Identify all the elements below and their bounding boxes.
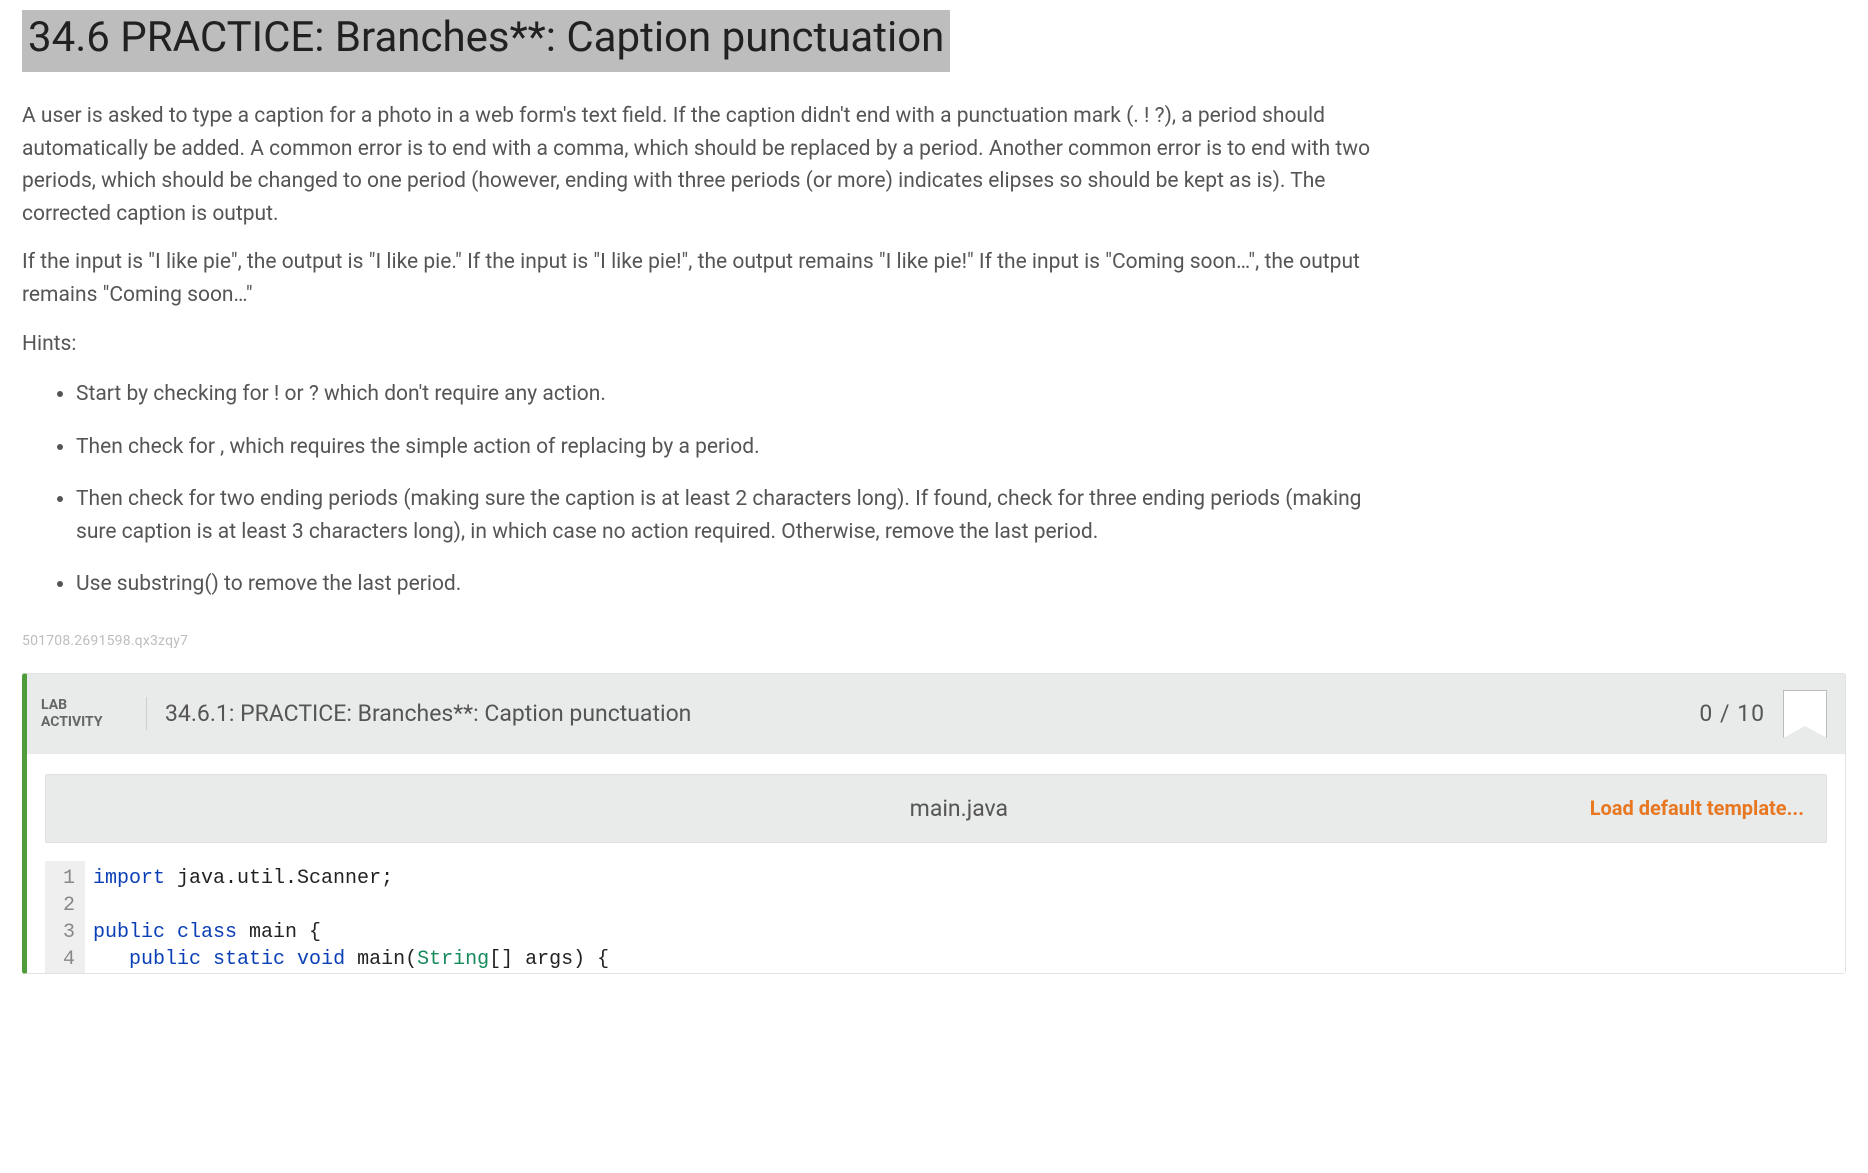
lab-score: 0 / 10 (1699, 696, 1765, 732)
bookmark-icon[interactable] (1783, 690, 1827, 738)
code-line[interactable]: public class main { (93, 919, 609, 946)
code-line[interactable] (93, 892, 609, 919)
hint-item: Start by checking for ! or ? which don't… (76, 378, 1372, 411)
code-editor[interactable]: 1234 import java.util.Scanner; public cl… (45, 861, 1827, 973)
page-title: 34.6 PRACTICE: Branches**: Caption punct… (22, 10, 950, 72)
lab-activity-tag: LAB ACTIVITY (37, 697, 147, 729)
load-default-template-button[interactable]: Load default template... (1590, 793, 1804, 824)
lab-activity-container: LAB ACTIVITY 34.6.1: PRACTICE: Branches*… (22, 673, 1846, 975)
problem-content: A user is asked to type a caption for a … (22, 100, 1372, 601)
paragraph-2: If the input is "I like pie", the output… (22, 246, 1372, 311)
lab-body: main.java Load default template... 1234 … (27, 754, 1845, 974)
code-line[interactable]: import java.util.Scanner; (93, 865, 609, 892)
lab-header: LAB ACTIVITY 34.6.1: PRACTICE: Branches*… (27, 674, 1845, 754)
lab-tag-line2: ACTIVITY (41, 714, 132, 730)
line-number: 3 (63, 919, 75, 946)
line-gutter: 1234 (45, 861, 85, 973)
lab-title: 34.6.1: PRACTICE: Branches**: Caption pu… (147, 696, 1699, 732)
hints-list: Start by checking for ! or ? which don't… (22, 378, 1372, 601)
hint-item: Then check for , which requires the simp… (76, 431, 1372, 464)
hints-label: Hints: (22, 328, 1372, 361)
line-number: 4 (63, 946, 75, 973)
code-content[interactable]: import java.util.Scanner; public class m… (85, 861, 609, 973)
lab-tag-line1: LAB (41, 697, 132, 713)
hint-item: Then check for two ending periods (makin… (76, 483, 1372, 548)
line-number: 2 (63, 892, 75, 919)
line-number: 1 (63, 865, 75, 892)
file-name: main.java (328, 791, 1590, 827)
file-bar: main.java Load default template... (45, 774, 1827, 844)
paragraph-1: A user is asked to type a caption for a … (22, 100, 1372, 230)
code-line[interactable]: public static void main(String[] args) { (93, 946, 609, 973)
watermark-id: 501708.2691598.qx3zqy7 (22, 631, 1846, 653)
hint-item: Use substring() to remove the last perio… (76, 568, 1372, 601)
